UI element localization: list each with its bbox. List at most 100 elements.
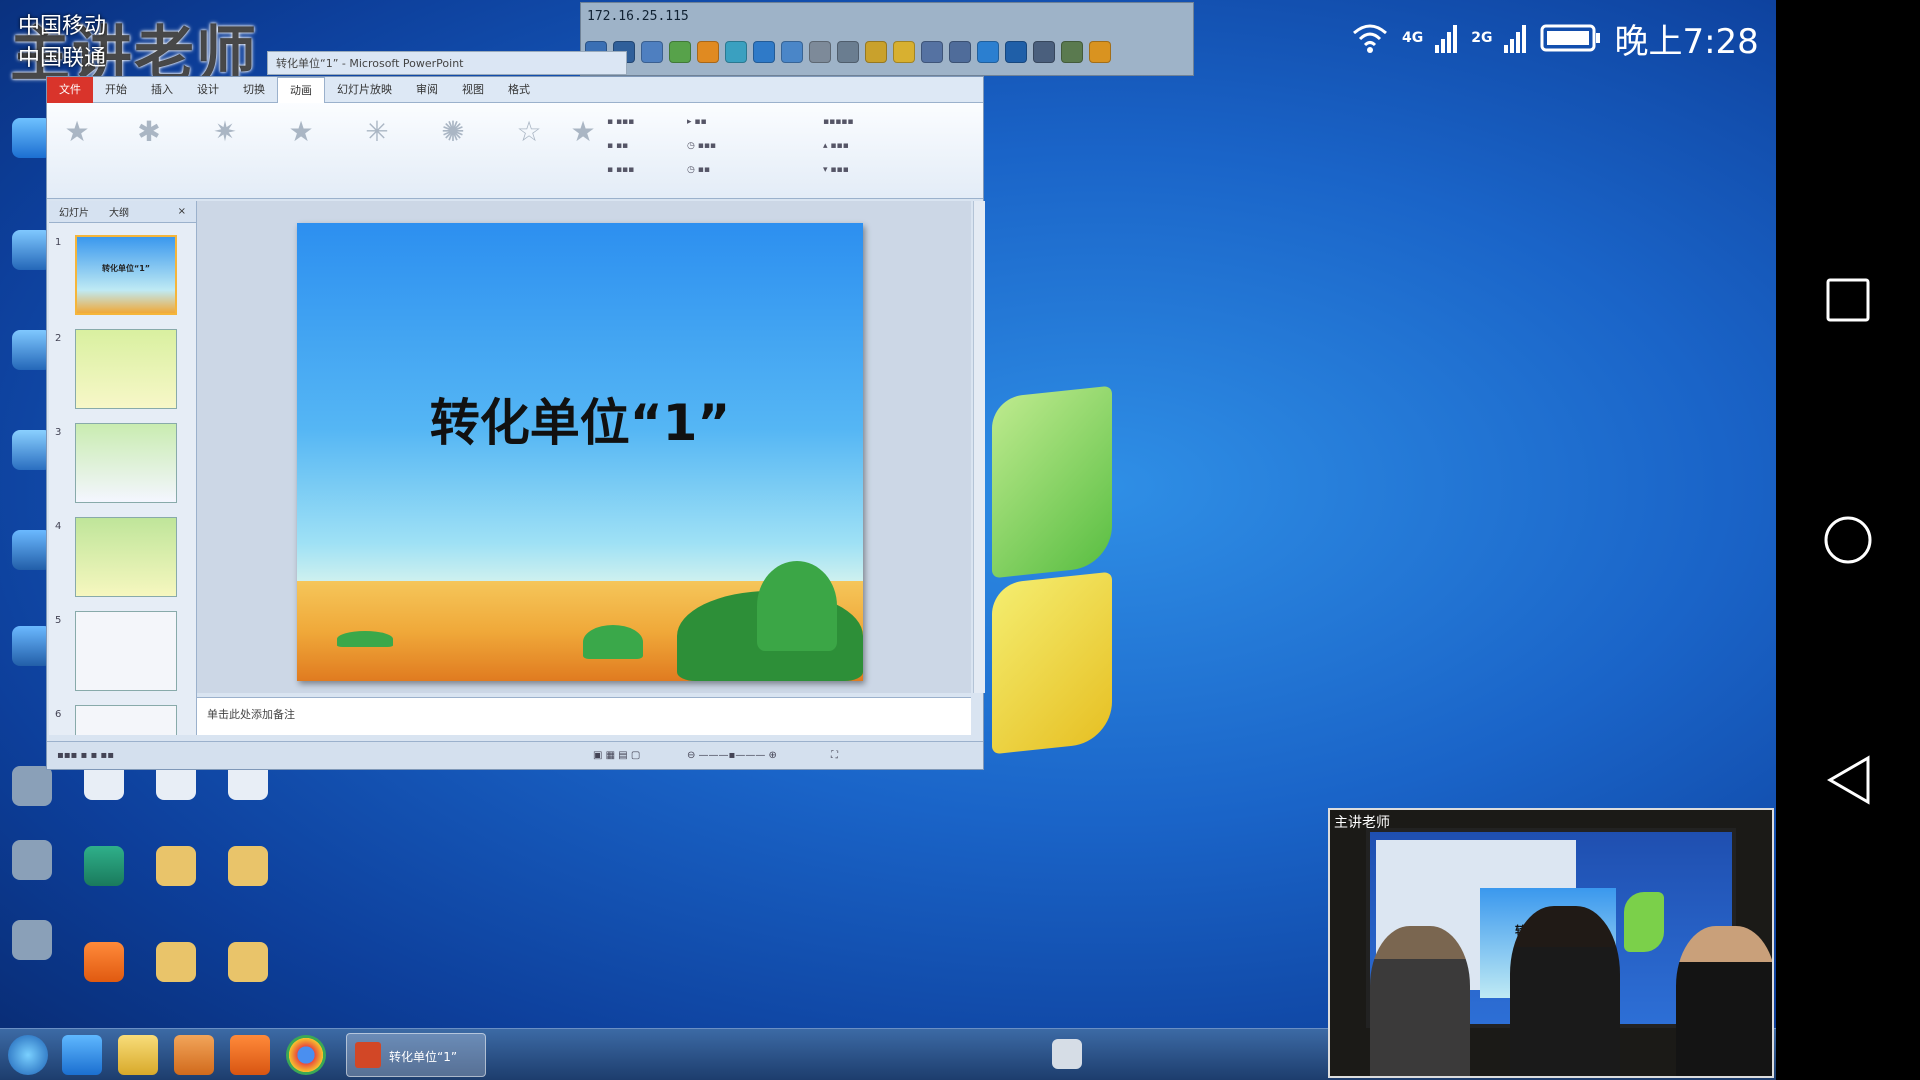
current-slide[interactable]: 转化单位“1” bbox=[297, 223, 863, 681]
desktop-app-icon-7[interactable] bbox=[84, 846, 124, 886]
animation-fly-button[interactable]: ✳ bbox=[349, 115, 405, 149]
exit-icon[interactable] bbox=[1089, 41, 1111, 63]
record-icon[interactable] bbox=[697, 41, 719, 63]
move-earlier-button[interactable]: ▴ ▪▪▪ bbox=[823, 141, 849, 151]
pen-icon[interactable] bbox=[753, 41, 775, 63]
notes-pane[interactable]: 单击此处添加备注 bbox=[197, 697, 971, 735]
share-icon[interactable] bbox=[725, 41, 747, 63]
chrome-icon[interactable] bbox=[286, 1035, 326, 1075]
powerpoint-icon bbox=[355, 1042, 381, 1068]
animation-fly-icon: ✳ bbox=[365, 115, 389, 148]
start-button[interactable] bbox=[8, 1035, 48, 1075]
animation-float-button[interactable]: ✺ bbox=[425, 115, 481, 149]
ie-icon[interactable] bbox=[62, 1035, 102, 1075]
taskbar-powerpoint-button[interactable]: 转化单位“1” bbox=[346, 1033, 486, 1077]
move-later-button[interactable]: ▾ ▪▪▪ bbox=[823, 165, 849, 175]
animation-painter-button[interactable]: ▪ ▪▪▪ bbox=[607, 165, 634, 175]
desktop-folder-icon-2[interactable] bbox=[228, 846, 268, 886]
animation-fade-button[interactable]: ★ bbox=[273, 115, 329, 149]
slide-count-indicator: ▪▪▪ ▪ ▪ ▪▪ bbox=[57, 750, 114, 761]
teacher-camera-feed[interactable]: 主讲老师 转化单位“1” bbox=[1328, 808, 1774, 1078]
folder-icon[interactable] bbox=[893, 41, 915, 63]
battery-icon bbox=[1540, 24, 1601, 52]
tab-transitions[interactable]: 切换 bbox=[231, 77, 277, 103]
wps-icon[interactable] bbox=[230, 1035, 270, 1075]
tab-design[interactable]: 设计 bbox=[185, 77, 231, 103]
tab-animations[interactable]: 动画 bbox=[277, 76, 325, 103]
download-icon[interactable] bbox=[781, 41, 803, 63]
remote-control-toolbar[interactable]: 172.16.25.115 bbox=[580, 2, 1194, 76]
delay-field[interactable]: ◷ ▪▪ bbox=[687, 165, 710, 175]
window-icon[interactable] bbox=[641, 41, 663, 63]
preview-button[interactable]: ★ bbox=[49, 115, 105, 149]
fit-slide-icon[interactable]: ⛶ bbox=[831, 750, 838, 761]
signal-icon-2 bbox=[1504, 25, 1527, 53]
recent-apps-button[interactable] bbox=[1820, 272, 1876, 328]
tab-review[interactable]: 审阅 bbox=[404, 77, 450, 103]
home-button[interactable] bbox=[1820, 512, 1876, 568]
slide-title[interactable]: 转化单位“1” bbox=[297, 383, 863, 455]
animation-appear-button[interactable]: ✷ bbox=[197, 115, 253, 149]
tab-slides[interactable]: 幻灯片 bbox=[49, 204, 99, 219]
refresh-icon[interactable] bbox=[949, 41, 971, 63]
tab-slideshow[interactable]: 幻灯片放映 bbox=[325, 77, 404, 103]
vertical-scrollbar[interactable] bbox=[973, 201, 985, 693]
trigger-button[interactable]: ▪ ▪▪ bbox=[607, 141, 628, 151]
slide-thumbnail[interactable] bbox=[75, 611, 177, 691]
desktop-folder-icon-4[interactable] bbox=[228, 942, 268, 982]
tab-home[interactable]: 开始 bbox=[93, 77, 139, 103]
desktop-app-icon-9[interactable] bbox=[12, 766, 52, 806]
duration-field[interactable]: ◷ ▪▪▪ bbox=[687, 141, 716, 151]
blue-screen-icon[interactable] bbox=[977, 41, 999, 63]
slide-number: 6 bbox=[55, 709, 62, 720]
desktop-app-icon-8[interactable] bbox=[84, 942, 124, 982]
animation-pane-button[interactable]: ▪ ▪▪▪ bbox=[607, 117, 634, 127]
close-pane-icon[interactable]: × bbox=[168, 206, 196, 217]
slide-thumbnail[interactable] bbox=[75, 705, 177, 735]
lock-icon[interactable] bbox=[809, 41, 831, 63]
start-dropdown[interactable]: ▸ ▪▪ bbox=[687, 117, 707, 127]
fullscreen-icon[interactable] bbox=[1005, 41, 1027, 63]
tray-icon[interactable] bbox=[1052, 1039, 1082, 1069]
remote-desktop-screen: 主讲老师 中国移动 中国联通 4G 2G 晚上7:28 172.16.25.11… bbox=[0, 0, 1776, 1080]
add-animation-button[interactable]: ★ bbox=[555, 115, 611, 149]
back-button[interactable] bbox=[1820, 752, 1876, 808]
settings-icon[interactable] bbox=[1033, 41, 1055, 63]
ppt-status-bar: ▪▪▪ ▪ ▪ ▪▪ ▣ ▦ ▤ ▢ ⊖ ———▪——— ⊕ ⛶ bbox=[47, 741, 983, 769]
hand-icon[interactable] bbox=[837, 41, 859, 63]
slide-thumbnail[interactable] bbox=[75, 423, 177, 503]
desktop-app-icon-11[interactable] bbox=[12, 920, 52, 960]
slide-number: 5 bbox=[55, 615, 62, 626]
effect-options-button[interactable]: ☆ bbox=[501, 115, 557, 149]
explorer-icon[interactable] bbox=[118, 1035, 158, 1075]
thumb-pane-tabs: 幻灯片 大纲 × bbox=[49, 201, 196, 223]
animation-none-button[interactable]: ✱ bbox=[121, 115, 177, 149]
pointer-icon[interactable] bbox=[669, 41, 691, 63]
slide-thumbnail[interactable] bbox=[75, 329, 177, 409]
tab-outline[interactable]: 大纲 bbox=[99, 204, 139, 219]
view-buttons[interactable]: ▣ ▦ ▤ ▢ bbox=[593, 750, 640, 761]
media-player-icon[interactable] bbox=[174, 1035, 214, 1075]
slide-thumbnail[interactable]: 转化单位“1” bbox=[75, 235, 177, 315]
tools-icon[interactable] bbox=[1061, 41, 1083, 63]
trash-icon[interactable] bbox=[865, 41, 887, 63]
tab-view[interactable]: 视图 bbox=[450, 77, 496, 103]
desktop-app-icon-10[interactable] bbox=[12, 840, 52, 880]
zoom-slider[interactable]: ⊖ ———▪——— ⊕ bbox=[687, 750, 777, 761]
tab-file[interactable]: 文件 bbox=[47, 76, 93, 103]
slide-number: 3 bbox=[55, 427, 62, 438]
slide-editing-area[interactable]: 转化单位“1” bbox=[197, 201, 971, 693]
desktop-folder-icon-3[interactable] bbox=[156, 942, 196, 982]
tab-insert[interactable]: 插入 bbox=[139, 77, 185, 103]
powerpoint-window[interactable]: 转化单位“1” - Microsoft PowerPoint 文件 开始 插入 … bbox=[46, 51, 985, 770]
slide-thumbnail[interactable] bbox=[75, 517, 177, 597]
desktop-folder-icon-1[interactable] bbox=[156, 846, 196, 886]
ppt-title-bar[interactable]: 转化单位“1” - Microsoft PowerPoint bbox=[267, 51, 627, 75]
camera-windows-logo bbox=[1624, 892, 1664, 952]
phone-status-bar: 4G 2G 晚上7:28 bbox=[1350, 10, 1770, 66]
slide-number: 1 bbox=[55, 237, 62, 248]
taskbar-ppt-label: 转化单位“1” bbox=[389, 1050, 458, 1064]
frame-icon[interactable] bbox=[921, 41, 943, 63]
windows-logo-yellow bbox=[992, 571, 1112, 755]
tab-format[interactable]: 格式 bbox=[496, 77, 542, 103]
